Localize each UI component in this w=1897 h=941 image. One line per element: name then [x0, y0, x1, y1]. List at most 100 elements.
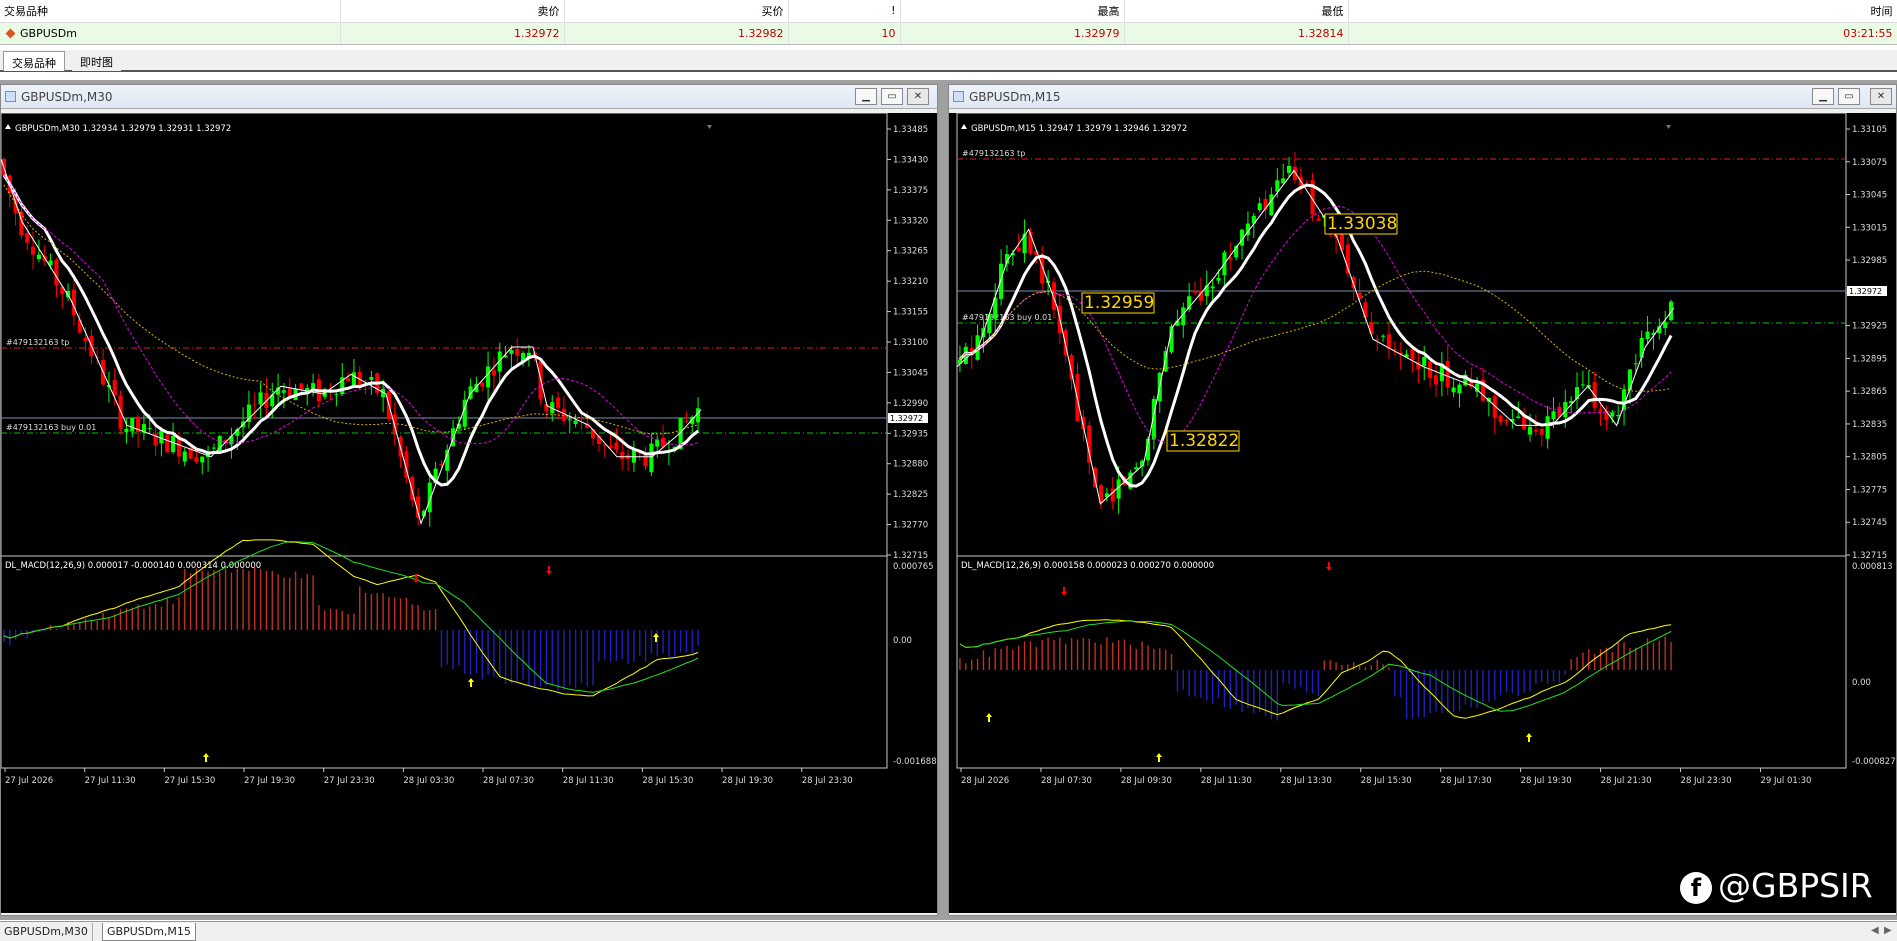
y-tick-label: 1.33045 [893, 368, 928, 378]
candle-body [1527, 426, 1533, 435]
y-tick-label: 1.33210 [893, 277, 928, 287]
candle-body [211, 447, 216, 449]
table-row[interactable]: GBPUSDm 1.32972 1.32982 10 1.32979 1.328… [0, 22, 1897, 44]
candle-body [351, 372, 356, 386]
x-tick-label: 27 Jul 11:30 [85, 776, 136, 786]
candle-body [1363, 302, 1368, 318]
column-header-ask[interactable]: 买价 [564, 0, 789, 23]
high-value: 1.32979 [900, 22, 1125, 44]
candle-body [159, 430, 164, 444]
spread-value: 10 [788, 22, 901, 44]
x-tick-label: 28 Jul 11:30 [563, 776, 614, 786]
price-tag: 1.32972 [1849, 287, 1882, 296]
y-tick-label: 1.32775 [1852, 485, 1887, 495]
column-header-bid[interactable]: 卖价 [340, 0, 565, 23]
buy-label: #479132163 buy 0.01 [6, 423, 96, 432]
y-tick-label: 1.32825 [893, 490, 928, 500]
annotation-label: 1.33038 [1327, 214, 1397, 234]
tab-symbols[interactable]: 交易品种 [3, 51, 65, 71]
candle-body [1580, 384, 1585, 386]
x-tick-label: 27 Jul 2026 [5, 776, 53, 786]
candle-body [987, 313, 992, 333]
candle-body [1451, 387, 1456, 393]
collapse-triangle-icon [5, 124, 11, 129]
scroll-left-icon[interactable]: ◀ [1871, 925, 1879, 936]
chart-window-m15[interactable]: GBPUSDm,M15 ▁ ▭ ✕ 1.33105 1.33075 1.33045 1… [948, 84, 1897, 916]
x-tick-label: 28 Jul 15:30 [642, 776, 693, 786]
chart-tabs-bar: GBPUSDm,M30 GBPUSDm,M15 ◀ ▶ [0, 921, 1897, 941]
candle-body [684, 420, 689, 422]
x-tick-label: 28 Jul 07:30 [1041, 776, 1092, 786]
column-header-spread[interactable]: ! [788, 0, 901, 23]
column-header-time[interactable]: 时间 [1348, 0, 1897, 23]
candle-body [1457, 384, 1462, 394]
scroll-right-icon[interactable]: ▶ [1884, 925, 1892, 936]
candle-body [1598, 409, 1603, 412]
candle-body [491, 370, 496, 376]
maximize-button[interactable]: ▭ [1838, 88, 1860, 105]
candle-body [1627, 369, 1632, 391]
tab-chart-m15[interactable]: GBPUSDm,M15 [102, 923, 196, 941]
window-title: GBPUSDm,M30 [21, 90, 113, 104]
candle-body [1051, 282, 1057, 311]
y-tick-label: 1.32805 [1852, 453, 1887, 463]
close-button[interactable]: ✕ [1870, 88, 1892, 105]
y-tick-label: 1.33155 [893, 308, 928, 318]
chart-workspace: GBPUSDm,M30 ▁ ▭ ✕ 1.33485 1.33430 1.33375 1… [0, 80, 1897, 920]
y-tick-label: 1.32990 [893, 399, 928, 409]
window-titlebar[interactable]: GBPUSDm,M15 ▁ ▭ ✕ [949, 85, 1896, 109]
candle-body [1016, 247, 1021, 252]
column-header-symbol[interactable]: 交易品种 [0, 0, 341, 23]
candle-body [1257, 203, 1262, 211]
candle-body [1316, 218, 1321, 221]
x-tick-label: 28 Jul 23:30 [1681, 776, 1732, 786]
y-tick-label: 1.33015 [1852, 223, 1887, 233]
y-tick-label: 1.32770 [893, 521, 928, 531]
candle-body [620, 452, 625, 460]
candle-body [1410, 348, 1415, 361]
y-tick-label: 1.32745 [1852, 518, 1887, 528]
x-tick-label: 27 Jul 23:30 [324, 776, 375, 786]
y-tick-label: 1.33265 [893, 247, 928, 257]
candle-body [1269, 194, 1274, 216]
candle-body [77, 319, 82, 333]
window-titlebar[interactable]: GBPUSDm,M30 ▁ ▭ ✕ [1, 85, 937, 109]
candle-body [194, 457, 199, 463]
window-title: GBPUSDm,M15 [969, 90, 1061, 104]
tab-tick-chart[interactable]: 即时图 [72, 51, 121, 71]
chart-canvas[interactable]: 1.33485 1.33430 1.33375 1.33320 1.33265 1.332… [1, 113, 937, 913]
y-tick-label: 1.32935 [893, 429, 928, 439]
sell-arrow-icon [1326, 562, 1332, 571]
column-header-low[interactable]: 最低 [1124, 0, 1349, 23]
x-tick-label: 28 Jul 03:30 [403, 776, 454, 786]
candle-body [31, 246, 36, 255]
maximize-button[interactable]: ▭ [881, 88, 903, 105]
column-header-high[interactable]: 最高 [900, 0, 1125, 23]
candle-body [1516, 416, 1521, 419]
tab-chart-m30[interactable]: GBPUSDm,M30 [0, 923, 93, 941]
candle-body [1422, 357, 1427, 366]
x-tick-label: 28 Jul 17:30 [1441, 776, 1492, 786]
candle-body [287, 388, 292, 397]
chart-window-m30[interactable]: GBPUSDm,M30 ▁ ▭ ✕ 1.33485 1.33430 1.33375 1… [0, 84, 938, 916]
candle-body [1663, 321, 1668, 329]
minimize-button[interactable]: ▁ [855, 88, 877, 105]
price-chart-svg[interactable]: 1.33485 1.33430 1.33375 1.33320 1.33265 1.332… [1, 113, 937, 913]
candle-body [1134, 467, 1139, 470]
candle-body [66, 290, 71, 298]
x-tick-label: 28 Jul 07:30 [483, 776, 534, 786]
close-button[interactable]: ✕ [907, 88, 929, 105]
chart-canvas[interactable]: 1.33105 1.33075 1.33045 1.33015 1.32985 1.329… [949, 113, 1896, 913]
price-chart-svg[interactable]: 1.33105 1.33075 1.33045 1.33015 1.32985 1.329… [949, 113, 1896, 913]
x-tick-label: 28 Jul 19:30 [722, 776, 773, 786]
candle-body [1669, 301, 1674, 321]
x-tick-label: 28 Jul 19:30 [1521, 776, 1572, 786]
x-tick-label: 29 Jul 01:30 [1760, 776, 1811, 786]
buy-arrow-icon [1156, 753, 1162, 762]
bid-value: 1.32972 [340, 22, 565, 44]
symbol-diamond-icon [5, 28, 16, 39]
x-tick-label: 28 Jul 23:30 [802, 776, 853, 786]
minimize-button[interactable]: ▁ [1812, 88, 1834, 105]
y-tick-label: 1.33430 [893, 155, 928, 165]
ask-value: 1.32982 [564, 22, 789, 44]
